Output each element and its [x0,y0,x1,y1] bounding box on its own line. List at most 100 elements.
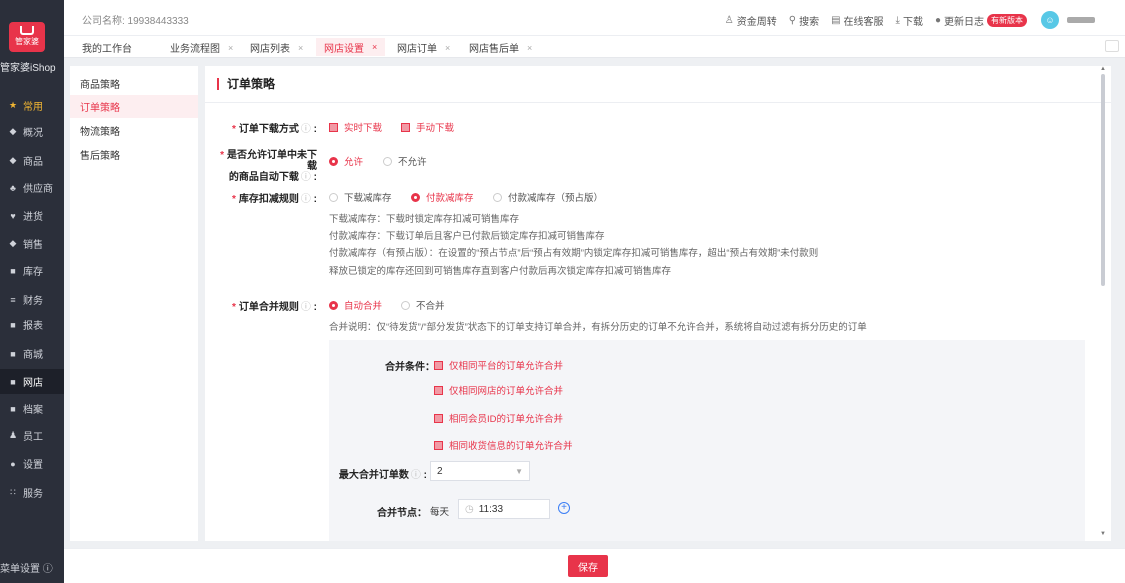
tab-item[interactable]: 网店列表 × [250,40,303,56]
strategy-menu-item[interactable]: 订单策略 [70,95,198,118]
save-button[interactable]: 保存 [568,555,608,577]
top-tools: ♙ 资金周转 ⚲ 搜索 ▤ 在线客服 ⤓ 下载 ● 更新日志 有新版本 ☺ [713,11,1095,29]
stock-desc-1: 下载减库存：下载时锁定库存扣减可销售库存 [329,214,520,225]
nav-item[interactable]: ♟ 员工 [0,423,64,448]
logo-text: 管家婆 [15,37,39,46]
close-icon[interactable]: × [298,43,303,53]
shop-icon: ■ [10,376,16,387]
stock-payment-preempt-radio[interactable]: 付款减库存（预占版） [493,190,603,204]
nav-label: 报表 [23,321,43,332]
service-icon: ∷ [10,487,16,497]
nav-item[interactable]: ■ 网店 [0,369,64,394]
nav-label: 员工 [23,432,43,443]
nav-item[interactable]: ♣ 供应商 [0,175,64,200]
merge-time-input[interactable]: ◷ 11:33 [458,499,550,519]
tab-item[interactable]: 网店售后单 × [469,40,532,56]
merge-cond-shop-checkbox[interactable]: 仅相同网店的订单允许合并 [434,383,563,397]
username-redacted[interactable] [1067,17,1095,23]
close-icon[interactable]: × [228,43,233,53]
max-merge-select[interactable]: 2 ▼ [430,461,530,481]
top-tool-label: 更新日志 [944,16,984,28]
nav-label: 概况 [23,128,43,139]
update-badge[interactable]: 有新版本 [987,13,1027,27]
strategy-menu-item[interactable]: 商品策略 [70,72,198,95]
tab-item[interactable]: 业务流程图 × [170,40,233,56]
nav-item[interactable]: ◆ 销售 [0,231,64,256]
archive-icon: ■ [10,403,16,414]
stock-download-radio[interactable]: 下载减库存 [329,190,392,204]
close-icon[interactable]: × [372,42,377,52]
supplier-icon: ♣ [10,182,16,193]
nav-label: 销售 [23,240,43,251]
scroll-up-icon[interactable]: ▲ [1100,66,1106,72]
tab-item[interactable]: 我的工作台 [82,40,132,55]
nav-label: 库存 [23,267,43,278]
chat-icon: ▤ [831,14,841,26]
strategy-menu-item[interactable]: 售后策略 [70,143,198,166]
menu-settings-link[interactable]: 菜单设置 ⓘ [0,560,53,575]
stock-payment-radio[interactable]: 付款减库存 [411,190,474,204]
add-node-icon[interactable]: + [558,502,570,514]
user-avatar[interactable]: ☺ [1041,11,1059,29]
merge-node-prefix: 每天 [430,507,450,518]
top-tool-money[interactable]: ♙ 资金周转 [725,13,777,28]
tab-item[interactable]: 网店订单 × [397,40,450,56]
top-tool-search[interactable]: ⚲ 搜索 [789,13,819,28]
radio-empty-icon [329,192,338,202]
close-icon[interactable]: × [527,43,532,53]
merge-auto-radio[interactable]: 自动合并 [329,298,382,312]
download-manual-checkbox[interactable]: 手动下载 [401,120,454,134]
radio-empty-icon [493,192,502,202]
overview-icon: ◆ [9,126,17,136]
checkbox-checked-icon [434,360,443,370]
radio-selected-icon [329,156,338,166]
tab-label: 网店订单 [397,44,437,55]
nav-item[interactable]: ● 设置 [0,451,64,476]
merge-cond-platform-checkbox[interactable]: 仅相同平台的订单允许合并 [434,358,563,372]
sales-icon: ◆ [9,238,17,248]
nav-item[interactable]: ■ 报表 [0,312,64,337]
auto-download-label: * 是否允许订单中未下载 的商品自动下载 ⓘ : [220,150,317,183]
scroll-down-icon[interactable]: ▼ [1100,531,1106,537]
tab-label: 业务流程图 [170,44,220,55]
clock-icon: ◷ [465,504,474,515]
nav-item[interactable]: ∷ 服务 [0,480,64,505]
download-icon: ⤓ [895,14,900,26]
top-tool-update[interactable]: ● 更新日志 [935,13,984,28]
staff-icon: ♟ [8,430,18,440]
report-icon: ■ [10,319,16,330]
nav-item[interactable]: ♥ 进货 [0,203,64,228]
tab-label: 网店售后单 [469,44,519,55]
strategy-menu-item[interactable]: 物流策略 [70,119,198,142]
close-icon[interactable]: × [445,43,450,53]
finance-icon: ≡ [10,294,16,305]
main-scrollbar[interactable]: ▲ ▼ [1099,66,1107,541]
nav-item[interactable]: ★ 常用 [0,93,64,118]
nav-item[interactable]: ■ 商城 [0,341,64,366]
tab-label: 网店列表 [250,44,290,55]
tabs-menu-icon[interactable] [1105,40,1119,52]
nav-item[interactable]: ◆ 概况 [0,119,64,144]
star-icon: ★ [8,100,18,110]
scroll-thumb[interactable] [1101,74,1105,286]
title-divider [205,102,1111,103]
merge-none-radio[interactable]: 不合并 [401,298,445,312]
update-icon: ● [934,14,941,26]
merge-cond-member-checkbox[interactable]: 相同会员ID的订单允许合并 [434,411,563,425]
tab-item[interactable]: 网店设置 × [316,38,386,56]
auto-download-deny-radio[interactable]: 不允许 [383,154,427,168]
nav-item[interactable]: ■ 库存 [0,258,64,283]
merge-cond-address-checkbox[interactable]: 相同收货信息的订单允许合并 [434,438,573,452]
app-logo[interactable]: 管家婆 [9,22,45,52]
checkbox-checked-icon [329,122,338,132]
mall-icon: ■ [10,348,16,359]
download-realtime-checkbox[interactable]: 实时下载 [329,120,382,134]
nav-label: 档案 [23,405,43,416]
nav-item[interactable]: ◆ 商品 [0,148,64,173]
nav-item[interactable]: ■ 档案 [0,396,64,421]
top-tool-download[interactable]: ⤓ 下载 [896,13,923,28]
auto-download-allow-radio[interactable]: 允许 [329,154,363,168]
top-tool-chat[interactable]: ▤ 在线客服 [831,13,883,28]
stock-rule-label: * 库存扣减规则 ⓘ : [231,194,317,205]
nav-item[interactable]: ≡ 财务 [0,287,64,312]
